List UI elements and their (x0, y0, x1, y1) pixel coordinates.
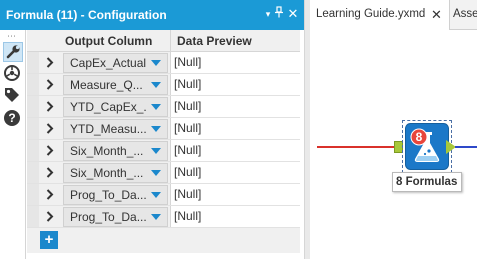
data-preview-cell: [Null] (170, 162, 300, 183)
dropdown-arrow-icon[interactable] (151, 82, 161, 88)
add-row-area: + (27, 228, 300, 253)
expand-chevron-icon[interactable] (39, 140, 61, 161)
data-preview-cell: [Null] (170, 74, 300, 95)
table-row: YTD_CapEx_... [Null] (27, 96, 300, 118)
formula-tool-icon[interactable]: 8 (405, 123, 449, 170)
tab-label: Learning Guide.yxmd (316, 8, 426, 20)
tab-label: Asset (453, 8, 477, 20)
tab-learning-guide[interactable]: Learning Guide.yxmd ✕ (310, 0, 450, 30)
data-preview-value: [Null] (174, 99, 202, 113)
configuration-panel: Formula (11) - Configuration ▾ ✕ ⋯ ? Out… (0, 0, 304, 259)
formula-grid: Output Column Data Preview CapEx_Actual … (27, 30, 300, 253)
table-row: Six_Month_... [Null] (27, 140, 300, 162)
tool-annotation: 8 Formulas (392, 172, 462, 192)
row-selector[interactable] (27, 184, 39, 205)
svg-text:?: ? (8, 111, 15, 125)
output-column-name: Prog_To_Da... (70, 210, 146, 224)
output-column-name: Prog_To_Da... (70, 188, 146, 202)
output-column-select[interactable]: Six_Month_... (63, 141, 168, 161)
table-row: Prog_To_Da... [Null] (27, 206, 300, 228)
workflow-canvas[interactable]: 8 8 Formulas (310, 31, 477, 259)
annotation-tab-button[interactable] (3, 86, 23, 106)
expand-chevron-icon[interactable] (39, 74, 61, 95)
data-preview-value: [Null] (174, 209, 202, 223)
row-selector[interactable] (27, 96, 39, 117)
wrench-icon (6, 45, 20, 59)
expand-chevron-icon[interactable] (39, 96, 61, 117)
output-column-name: Measure_Q... (70, 78, 143, 92)
output-column-select[interactable]: CapEx_Actual (63, 53, 168, 73)
data-preview-value: [Null] (174, 77, 202, 91)
table-row: YTD_Measu... [Null] (27, 118, 300, 140)
tag-icon (5, 88, 19, 102)
data-preview-value: [Null] (174, 55, 202, 69)
panel-close-icon[interactable]: ✕ (287, 6, 299, 22)
output-column-name: CapEx_Actual (70, 56, 146, 70)
row-selector[interactable] (27, 74, 39, 95)
data-preview-value: [Null] (174, 121, 202, 135)
panel-header: Formula (11) - Configuration ▾ ✕ (0, 0, 304, 30)
output-column-select[interactable]: Six_Month_... (63, 163, 168, 183)
table-row: Six_Month_... [Null] (27, 162, 300, 184)
panel-title: Formula (11) - Configuration (6, 8, 167, 22)
table-row: CapEx_Actual [Null] (27, 52, 300, 74)
row-selector[interactable] (27, 206, 39, 227)
tab-assets[interactable]: Asset (451, 0, 477, 30)
grip-icon: ⋯ (7, 31, 17, 41)
data-preview-cell: [Null] (170, 118, 300, 139)
data-preview-cell: [Null] (170, 184, 300, 205)
expand-chevron-icon[interactable] (39, 52, 61, 73)
dropdown-arrow-icon[interactable] (151, 214, 161, 220)
row-selector[interactable] (27, 118, 39, 139)
expand-chevron-icon[interactable] (39, 162, 61, 183)
dropdown-arrow-icon[interactable] (151, 192, 161, 198)
data-preview-cell: [Null] (170, 206, 300, 227)
output-column-select[interactable]: YTD_Measu... (63, 119, 168, 139)
data-preview-cell: [Null] (170, 96, 300, 117)
layout-tab-button[interactable] (3, 64, 23, 84)
help-icon: ? (4, 110, 20, 126)
table-row: Measure_Q... [Null] (27, 74, 300, 96)
dropdown-arrow-icon[interactable] (151, 126, 161, 132)
output-column-name: Six_Month_... (70, 166, 144, 180)
grid-header: Output Column Data Preview (27, 30, 300, 52)
table-row: Prog_To_Da... [Null] (27, 184, 300, 206)
add-formula-button[interactable]: + (40, 231, 58, 249)
tool-count-badge: 8 (416, 130, 423, 144)
help-tab-button[interactable]: ? (3, 109, 23, 129)
output-column-select[interactable]: Prog_To_Da... (63, 185, 168, 205)
document-tab-bar: Learning Guide.yxmd ✕ Asset (310, 0, 477, 30)
tool-annotation-text: 8 Formulas (396, 176, 458, 188)
data-preview-cell: [Null] (170, 52, 300, 73)
output-connection-line[interactable] (455, 146, 477, 148)
wheel-icon (4, 65, 20, 81)
expand-chevron-icon[interactable] (39, 206, 61, 227)
row-selector[interactable] (27, 140, 39, 161)
column-header-output: Output Column (65, 34, 153, 48)
output-column-name: Six_Month_... (70, 144, 144, 158)
output-column-select[interactable]: YTD_CapEx_... (63, 97, 168, 117)
data-preview-value: [Null] (174, 143, 202, 157)
expand-chevron-icon[interactable] (39, 118, 61, 139)
pin-icon[interactable] (273, 6, 285, 22)
data-preview-cell: [Null] (170, 140, 300, 161)
dropdown-arrow-icon[interactable] (151, 170, 161, 176)
data-preview-value: [Null] (174, 165, 202, 179)
dropdown-arrow-icon[interactable] (151, 60, 161, 66)
expand-chevron-icon[interactable] (39, 184, 61, 205)
row-selector[interactable] (27, 52, 39, 73)
configuration-tab-button[interactable] (3, 42, 23, 62)
output-column-name: YTD_Measu... (70, 122, 146, 136)
output-column-select[interactable]: Prog_To_Da... (63, 207, 168, 227)
dropdown-arrow-icon[interactable] (151, 148, 161, 154)
side-toolbar: ⋯ ? (0, 30, 26, 259)
dropdown-arrow-icon[interactable] (151, 104, 161, 110)
row-selector[interactable] (27, 162, 39, 183)
tab-close-icon[interactable]: ✕ (431, 7, 442, 23)
input-connection-line[interactable] (317, 146, 403, 148)
output-column-name: YTD_CapEx_... (70, 100, 146, 114)
data-preview-value: [Null] (174, 187, 202, 201)
output-column-select[interactable]: Measure_Q... (63, 75, 168, 95)
column-header-preview: Data Preview (170, 30, 300, 52)
